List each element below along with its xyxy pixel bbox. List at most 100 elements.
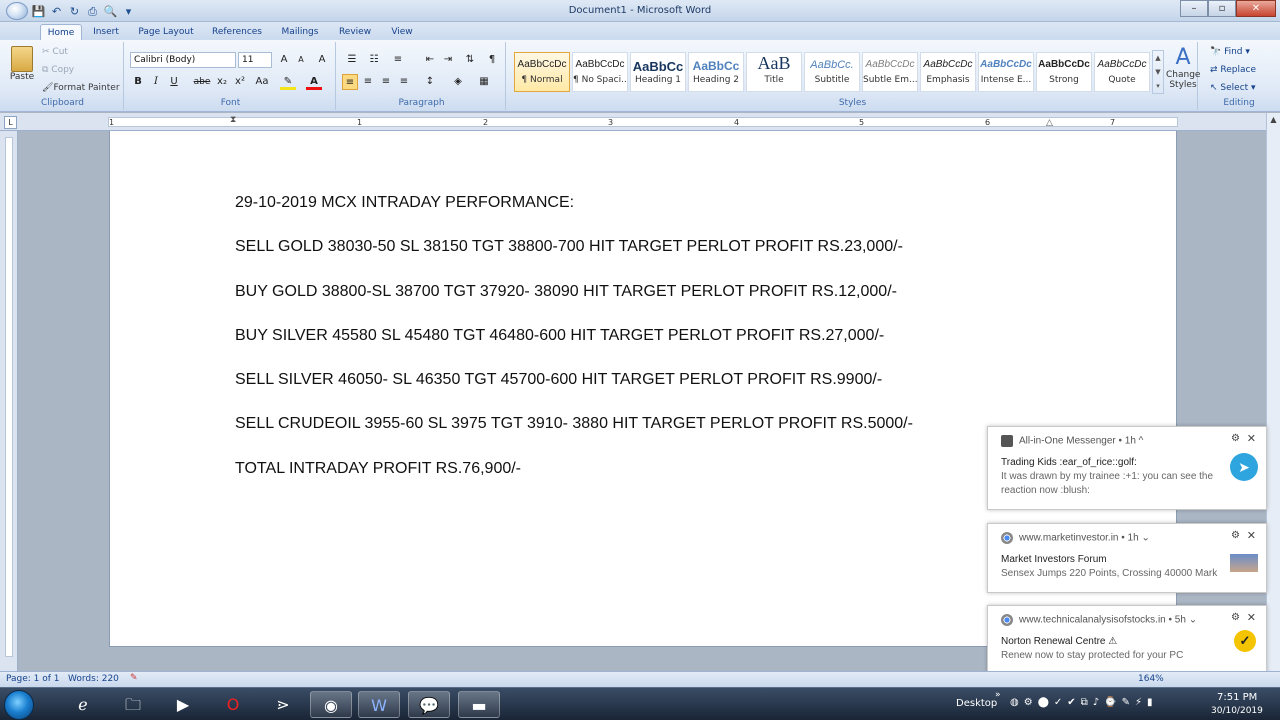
copy-button[interactable]: ⧉ Copy: [42, 65, 74, 75]
tray-expand-icon[interactable]: »: [995, 690, 1001, 700]
doc-total[interactable]: TOTAL INTRADAY PROFIT RS.76,900/-: [235, 460, 521, 478]
change-styles-button[interactable]: A Change Styles: [1166, 46, 1200, 96]
style-no-spacing[interactable]: AaBbCcDc ¶ No Spaci...: [572, 52, 628, 92]
align-right-icon[interactable]: ≡: [378, 74, 394, 90]
bold-button[interactable]: B: [130, 74, 146, 90]
word-icon[interactable]: W: [358, 691, 400, 718]
clear-formatting-button[interactable]: A: [314, 52, 330, 68]
doc-line[interactable]: SELL GOLD 38030-50 SL 38150 TGT 38800-70…: [235, 238, 903, 256]
tab-review[interactable]: Review: [333, 24, 377, 40]
shading-icon[interactable]: ◈: [450, 74, 466, 90]
doc-line[interactable]: BUY SILVER 45580 SL 45480 TGT 46480-600 …: [235, 327, 884, 345]
shrink-font-button[interactable]: A: [293, 52, 309, 68]
font-size-combo[interactable]: 11: [238, 52, 272, 68]
align-center-icon[interactable]: ≡: [360, 74, 376, 90]
tab-mailings[interactable]: Mailings: [276, 24, 324, 40]
font-name-combo[interactable]: Calibri (Body): [130, 52, 236, 68]
show-hide-button[interactable]: ¶: [484, 52, 500, 68]
scroll-up-icon[interactable]: ▲: [1267, 113, 1280, 127]
style-heading-2[interactable]: AaBbCc Heading 2: [688, 52, 744, 92]
page-count[interactable]: Page: 1 of 1: [6, 674, 60, 684]
horizontal-ruler[interactable]: L 1 1 2 3 4 5 6 7 ⧗ △: [0, 113, 1280, 131]
style-normal[interactable]: AaBbCcDc ¶ Normal: [514, 52, 570, 92]
media-player-icon[interactable]: ▶: [162, 691, 204, 718]
strikethrough-button[interactable]: abe: [192, 74, 212, 90]
editing-label: Editing: [1223, 98, 1255, 108]
style-subtle-emphasis[interactable]: AaBbCcDc Subtle Em...: [862, 52, 918, 92]
doc-line[interactable]: SELL SILVER 46050- SL 46350 TGT 45700-60…: [235, 371, 882, 389]
close-icon[interactable]: ✕: [1247, 529, 1256, 542]
multilevel-list-icon[interactable]: ≡: [390, 52, 406, 68]
doc-line[interactable]: SELL CRUDEOIL 3955-60 SL 3975 TGT 3910- …: [235, 415, 913, 433]
paste-button[interactable]: Paste: [8, 44, 36, 92]
style-emphasis[interactable]: AaBbCcDc Emphasis: [920, 52, 976, 92]
styles-scroll[interactable]: ▲ ▼ ▾: [1152, 50, 1164, 94]
borders-icon[interactable]: ▦: [476, 74, 492, 90]
format-painter-button[interactable]: 🖌Format Painter: [42, 83, 120, 93]
bullets-icon[interactable]: ☰: [344, 52, 360, 68]
style-strong[interactable]: AaBbCcDc Strong: [1036, 52, 1092, 92]
maximize-button[interactable]: ▫: [1208, 0, 1236, 17]
style-title[interactable]: AaB Title: [746, 52, 802, 92]
decrease-indent-icon[interactable]: ⇤: [422, 52, 438, 68]
style-heading-1[interactable]: AaBbCc Heading 1: [630, 52, 686, 92]
vertical-scrollbar[interactable]: ▲: [1266, 113, 1280, 673]
select-button[interactable]: ↖ Select ▾: [1210, 83, 1256, 93]
opera-icon[interactable]: O: [212, 691, 254, 718]
gear-icon[interactable]: ⚙: [1231, 433, 1240, 444]
terminal-icon[interactable]: ▬: [458, 691, 500, 718]
word-count[interactable]: Words: 220: [68, 674, 119, 684]
align-left-icon[interactable]: ≡: [342, 74, 358, 90]
replace-button[interactable]: ⇄ Replace: [1210, 65, 1256, 75]
right-indent-marker[interactable]: △: [1046, 118, 1053, 128]
close-icon[interactable]: ✕: [1247, 611, 1256, 624]
numbering-icon[interactable]: ☷: [366, 52, 382, 68]
minimize-button[interactable]: –: [1180, 0, 1208, 17]
whatsapp-icon[interactable]: 💬: [408, 691, 450, 718]
change-case-button[interactable]: Aa: [254, 74, 270, 90]
internet-explorer-icon[interactable]: ℯ: [62, 691, 104, 718]
style-quote[interactable]: AaBbCcDc Quote: [1094, 52, 1150, 92]
grow-font-button[interactable]: A: [276, 52, 292, 68]
indent-marker[interactable]: ⧗: [230, 115, 236, 125]
tab-insert[interactable]: Insert: [86, 24, 126, 40]
increase-indent-icon[interactable]: ⇥: [440, 52, 456, 68]
clock-date[interactable]: 30/10/2019: [1211, 706, 1263, 716]
sort-icon[interactable]: ⇅: [462, 52, 478, 68]
tab-view[interactable]: View: [384, 24, 420, 40]
gear-icon[interactable]: ⚙: [1231, 612, 1240, 623]
highlight-icon[interactable]: ✎: [280, 74, 296, 90]
desktop-toolbar[interactable]: Desktop: [956, 698, 997, 709]
notification-norton[interactable]: www.technicalanalysisofstocks.in • 5h ⌄ …: [987, 605, 1267, 675]
chrome-icon[interactable]: ◉: [310, 691, 352, 718]
system-tray-icons[interactable]: ◍⚙⬤✓✔⧉♪⌚✎⚡▮: [1010, 697, 1158, 708]
doc-line[interactable]: BUY GOLD 38800-SL 38700 TGT 37920- 38090…: [235, 283, 897, 301]
font-color-icon[interactable]: A: [306, 74, 322, 90]
subscript-button[interactable]: x₂: [214, 74, 230, 90]
start-button[interactable]: [4, 690, 34, 720]
tab-references[interactable]: References: [207, 24, 267, 40]
doc-heading[interactable]: 29-10-2019 MCX INTRADAY PERFORMANCE:: [235, 194, 574, 212]
line-spacing-icon[interactable]: ↕: [422, 74, 438, 90]
style-intense-emphasis[interactable]: AaBbCcDc Intense E...: [978, 52, 1034, 92]
cut-button[interactable]: ✂ Cut: [42, 47, 68, 57]
italic-button[interactable]: I: [148, 74, 164, 90]
underline-button[interactable]: U: [166, 74, 182, 90]
close-icon[interactable]: ✕: [1247, 432, 1256, 445]
superscript-button[interactable]: x²: [232, 74, 248, 90]
justify-icon[interactable]: ≡: [396, 74, 412, 90]
tab-page-layout[interactable]: Page Layout: [134, 24, 198, 40]
proofing-icon[interactable]: ✎: [130, 673, 138, 683]
app-icon[interactable]: ⋗: [262, 691, 304, 718]
close-button[interactable]: ✕: [1236, 0, 1276, 17]
gear-icon[interactable]: ⚙: [1231, 530, 1240, 541]
clock-time[interactable]: 7:51 PM: [1217, 692, 1257, 703]
tab-home[interactable]: Home: [40, 24, 82, 40]
find-button[interactable]: 🔭 Find ▾: [1210, 47, 1250, 57]
notification-messenger[interactable]: All-in-One Messenger • 1h ^ ⚙ ✕ Trading …: [987, 426, 1267, 510]
zoom-level[interactable]: 164%: [1138, 674, 1164, 684]
file-explorer-icon[interactable]: 🗀: [112, 691, 154, 718]
tab-selector[interactable]: L: [4, 116, 17, 129]
style-subtitle[interactable]: AaBbCc. Subtitle: [804, 52, 860, 92]
notification-marketinvestor[interactable]: www.marketinvestor.in • 1h ⌄ ⚙ ✕ Market …: [987, 523, 1267, 593]
